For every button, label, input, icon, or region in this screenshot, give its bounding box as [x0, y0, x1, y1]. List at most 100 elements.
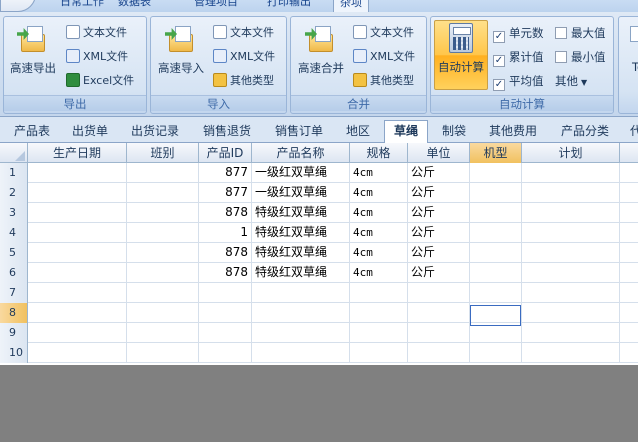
cell-spec[interactable]: 4cm — [350, 243, 408, 263]
cell-product-id[interactable]: 878 — [199, 263, 252, 283]
merge-xml-button[interactable]: XML文件 — [353, 47, 415, 67]
sheet-tab-shipping-orders[interactable]: 出货单 — [62, 121, 118, 143]
cell-plan[interactable] — [522, 183, 620, 203]
cell-product-id[interactable]: 877 — [199, 183, 252, 203]
row-header[interactable]: 5 — [0, 243, 28, 263]
column-header-spec[interactable]: 规格 — [350, 143, 408, 163]
cell-product-name[interactable] — [252, 343, 350, 363]
cell-production-date[interactable] — [28, 343, 127, 363]
sheet-tab-regions[interactable]: 地区 — [338, 121, 378, 143]
cell-product-id[interactable]: 1 — [199, 223, 252, 243]
export-xml-button[interactable]: XML文件 — [66, 47, 128, 67]
export-text-button[interactable]: 文本文件 — [66, 23, 127, 43]
menu-tab-data-tables[interactable]: 数据表 — [118, 0, 151, 12]
cell-plan[interactable] — [522, 343, 620, 363]
cell-product-name[interactable]: 特级红双草绳 — [252, 203, 350, 223]
check-cumulative[interactable]: ✓ 累计值 — [493, 48, 544, 67]
cell-spec[interactable] — [350, 343, 408, 363]
row-header[interactable]: 6 — [0, 263, 28, 283]
cell-plan[interactable] — [522, 303, 620, 323]
column-header-product-id[interactable]: 产品ID — [199, 143, 252, 163]
cell-product-name[interactable]: 一级红双草绳 — [252, 163, 350, 183]
cell-product-name[interactable] — [252, 323, 350, 343]
export-excel-button[interactable]: Excel文件 — [66, 71, 134, 91]
merge-other-button[interactable]: 其他类型 — [353, 71, 414, 91]
cell-spec[interactable]: 4cm — [350, 223, 408, 243]
cell-spec[interactable] — [350, 283, 408, 303]
cell-product-name[interactable]: 特级红双草绳 — [252, 243, 350, 263]
cell-model[interactable] — [470, 243, 522, 263]
cell-shift[interactable] — [127, 343, 199, 363]
sheet-tab-shipping-records[interactable]: 出货记录 — [122, 121, 188, 143]
cell-model[interactable] — [470, 283, 522, 303]
cell-product-name[interactable]: 特级红双草绳 — [252, 263, 350, 283]
row-header[interactable]: 4 — [0, 223, 28, 243]
cell-production-date[interactable] — [28, 303, 127, 323]
cell-spec[interactable]: 4cm — [350, 263, 408, 283]
other-dropdown[interactable]: 其他 ▼ — [555, 72, 587, 90]
import-xml-button[interactable]: XML文件 — [213, 47, 275, 67]
sheet-tab-other-costs[interactable]: 其他费用 — [480, 121, 546, 143]
fast-export-button[interactable]: 高速导出 — [7, 22, 59, 86]
menu-tab-print-output[interactable]: 打印输出 — [267, 0, 311, 12]
row-header[interactable]: 3 — [0, 203, 28, 223]
app-menu-button[interactable] — [0, 0, 36, 12]
cell-product-id[interactable] — [199, 323, 252, 343]
row-header[interactable]: 2 — [0, 183, 28, 203]
cell-plan[interactable] — [522, 163, 620, 183]
cell-spec[interactable]: 4cm — [350, 163, 408, 183]
sheet-tab-sales-returns[interactable]: 销售退货 — [194, 121, 260, 143]
row-header[interactable]: 7 — [0, 283, 28, 303]
cell-shift[interactable] — [127, 263, 199, 283]
cell-model[interactable] — [470, 183, 522, 203]
sheet-tab-product-categories[interactable]: 产品分类 — [552, 121, 618, 143]
check-min[interactable]: 最小值 — [555, 48, 606, 66]
cell-shift[interactable] — [127, 243, 199, 263]
cell-unit[interactable]: 公斤 — [408, 223, 470, 243]
cell-unit[interactable]: 公斤 — [408, 163, 470, 183]
cell-model[interactable] — [470, 223, 522, 243]
cell-plan[interactable] — [522, 283, 620, 303]
cell-shift[interactable] — [127, 223, 199, 243]
checkbox-checked-icon[interactable]: ✓ — [493, 79, 505, 91]
cell-spec[interactable]: 4cm — [350, 183, 408, 203]
cut-off-button[interactable]: To — [623, 22, 638, 86]
check-cell-count[interactable]: ✓ 单元数 — [493, 24, 544, 43]
menu-tab-misc[interactable]: 杂项 — [333, 0, 369, 12]
cell-model[interactable] — [470, 323, 522, 343]
cell-product-id[interactable]: 878 — [199, 203, 252, 223]
cell-production-date[interactable] — [28, 223, 127, 243]
cell-shift[interactable] — [127, 303, 199, 323]
cell-unit[interactable] — [408, 343, 470, 363]
select-all-corner[interactable] — [0, 143, 28, 163]
fast-merge-button[interactable]: 高速合并 — [295, 22, 347, 86]
cell-product-id[interactable]: 877 — [199, 163, 252, 183]
cell-shift[interactable] — [127, 203, 199, 223]
cell-production-date[interactable] — [28, 263, 127, 283]
column-header-plan[interactable]: 计划 — [522, 143, 620, 163]
cell-product-id[interactable] — [199, 303, 252, 323]
cell-plan[interactable] — [522, 223, 620, 243]
cell-shift[interactable] — [127, 323, 199, 343]
checkbox-unchecked-icon[interactable] — [555, 51, 567, 63]
row-header[interactable]: 10 — [0, 343, 28, 363]
cell-unit[interactable] — [408, 323, 470, 343]
cell-product-id[interactable] — [199, 343, 252, 363]
cell-production-date[interactable] — [28, 183, 127, 203]
checkbox-unchecked-icon[interactable] — [555, 27, 567, 39]
check-max[interactable]: 最大值 — [555, 24, 606, 42]
check-average[interactable]: ✓ 平均值 — [493, 72, 544, 91]
sheet-tab-bag-making[interactable]: 制袋 — [434, 121, 474, 143]
active-cell-cursor[interactable] — [470, 305, 521, 326]
cell-product-name[interactable]: 一级红双草绳 — [252, 183, 350, 203]
cell-unit[interactable] — [408, 303, 470, 323]
row-header[interactable]: 1 — [0, 163, 28, 183]
cell-product-name[interactable] — [252, 283, 350, 303]
cell-model[interactable] — [470, 203, 522, 223]
cell-unit[interactable]: 公斤 — [408, 243, 470, 263]
column-header-production-date[interactable]: 生产日期 — [28, 143, 127, 163]
sheet-tab-products[interactable]: 产品表 — [4, 121, 60, 143]
column-header-shift[interactable]: 班别 — [127, 143, 199, 163]
checkbox-checked-icon[interactable]: ✓ — [493, 55, 505, 67]
row-header[interactable]: 8 — [0, 303, 28, 323]
